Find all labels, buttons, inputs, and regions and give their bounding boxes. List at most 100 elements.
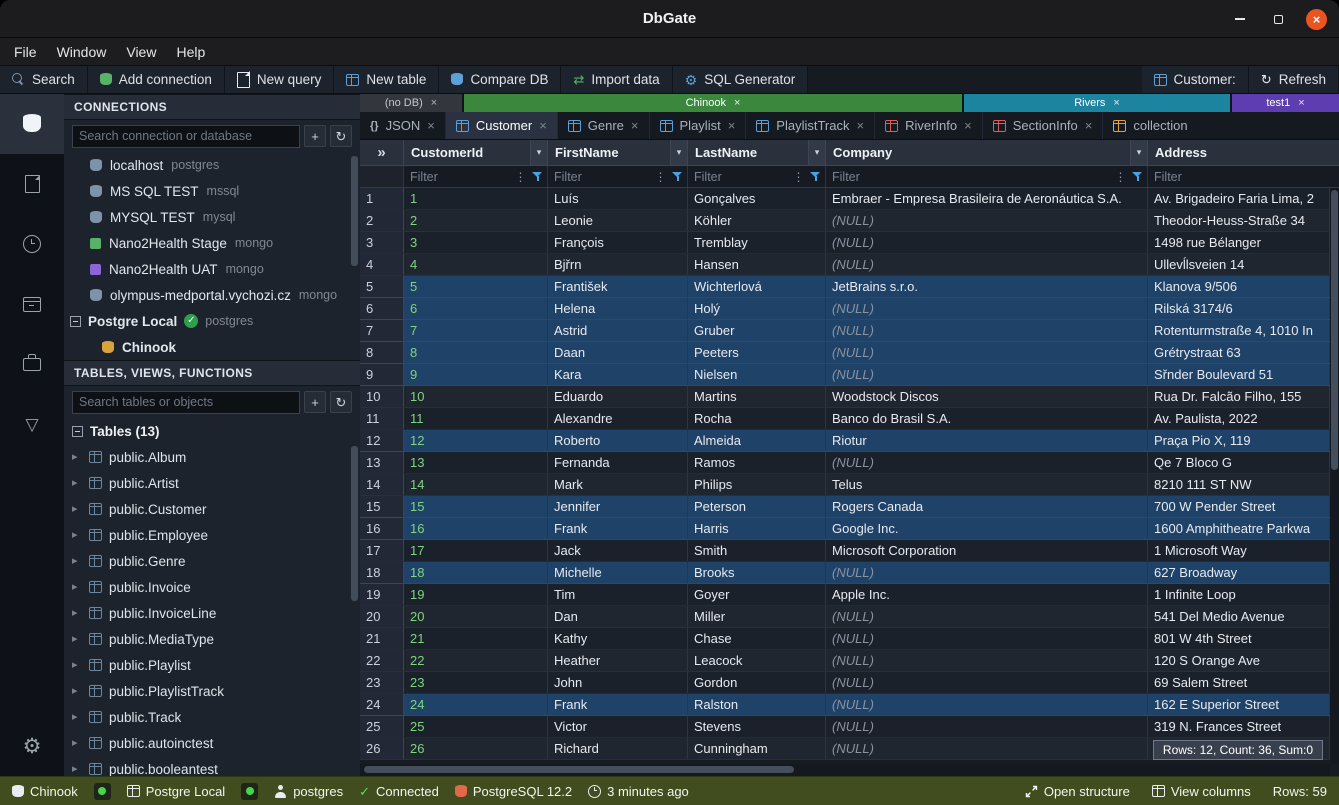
table-row[interactable]: 7 7 Astrid Gruber (NULL) Rotenturmstraße… xyxy=(360,320,1330,342)
row-number[interactable]: 17 xyxy=(360,540,404,561)
cell-lastname[interactable]: Martins xyxy=(688,386,826,407)
row-number[interactable]: 12 xyxy=(360,430,404,451)
tab-sectioninfo[interactable]: SectionInfo × xyxy=(983,112,1104,139)
cell-company[interactable]: (NULL) xyxy=(826,606,1148,627)
cell-firstname[interactable]: Mark xyxy=(548,474,688,495)
cell-company[interactable]: (NULL) xyxy=(826,562,1148,583)
cell-firstname[interactable]: Helena xyxy=(548,298,688,319)
cell-firstname[interactable]: Kara xyxy=(548,364,688,385)
table-list-item[interactable]: ▸ public.Genre xyxy=(64,548,360,574)
tab-json[interactable]: {} JSON × xyxy=(360,112,446,139)
cell-company[interactable]: (NULL) xyxy=(826,254,1148,275)
funnel-icon[interactable] xyxy=(806,168,825,186)
close-icon[interactable]: × xyxy=(857,119,865,132)
cell-company[interactable]: Riotur xyxy=(826,430,1148,451)
rail-jobs[interactable] xyxy=(0,334,64,394)
cell-lastname[interactable]: Goyer xyxy=(688,584,826,605)
row-number[interactable]: 18 xyxy=(360,562,404,583)
cell-lastname[interactable]: Almeida xyxy=(688,430,826,451)
dots-menu-icon[interactable]: ⋮ xyxy=(1113,168,1128,186)
connections-search-input[interactable] xyxy=(72,125,300,148)
table-row[interactable]: 2 2 Leonie Köhler (NULL) Theodor-Heuss-S… xyxy=(360,210,1330,232)
close-icon[interactable]: × xyxy=(631,119,639,132)
vertical-scrollbar[interactable] xyxy=(1330,188,1339,764)
cell-company[interactable]: (NULL) xyxy=(826,738,1148,759)
cell-company[interactable]: (NULL) xyxy=(826,232,1148,253)
cell-firstname[interactable]: Bjřrn xyxy=(548,254,688,275)
table-row[interactable]: 17 17 Jack Smith Microsoft Corporation 1… xyxy=(360,540,1330,562)
cell-address[interactable]: Av. Paulista, 2022 xyxy=(1148,408,1330,429)
close-icon[interactable]: × xyxy=(728,119,736,132)
tab-genre[interactable]: Genre × xyxy=(558,112,650,139)
chevron-right-icon[interactable]: ▸ xyxy=(72,556,82,567)
rail-filters[interactable]: ▽ xyxy=(0,394,64,454)
cell-address[interactable]: 627 Broadway xyxy=(1148,562,1330,583)
table-row[interactable]: 15 15 Jennifer Peterson Rogers Canada 70… xyxy=(360,496,1330,518)
cell-customerid[interactable]: 9 xyxy=(404,364,548,385)
view-columns-button[interactable]: View columns xyxy=(1152,784,1251,799)
table-row[interactable]: 3 3 François Tremblay (NULL) 1498 rue Bé… xyxy=(360,232,1330,254)
connection-item[interactable]: MS SQL TEST mssql xyxy=(64,178,360,204)
menu-file[interactable]: File xyxy=(4,38,47,66)
cell-company[interactable]: (NULL) xyxy=(826,716,1148,737)
cell-address[interactable]: Sřnder Boulevard 51 xyxy=(1148,364,1330,385)
cell-firstname[interactable]: Jack xyxy=(548,540,688,561)
cell-address[interactable]: Theodor-Heuss-Straße 34 xyxy=(1148,210,1330,231)
table-row[interactable]: 23 23 John Gordon (NULL) 69 Salem Street xyxy=(360,672,1330,694)
cell-lastname[interactable]: Gruber xyxy=(688,320,826,341)
row-number[interactable]: 8 xyxy=(360,342,404,363)
cell-customerid[interactable]: 14 xyxy=(404,474,548,495)
table-list-item[interactable]: ▸ public.Customer xyxy=(64,496,360,522)
filter-input[interactable] xyxy=(404,170,513,184)
table-row[interactable]: 4 4 Bjřrn Hansen (NULL) Ullevĺlsveien 14 xyxy=(360,254,1330,276)
close-icon[interactable]: × xyxy=(1113,98,1119,109)
close-button[interactable]: × xyxy=(1306,9,1327,30)
cell-firstname[interactable]: František xyxy=(548,276,688,297)
cell-lastname[interactable]: Ralston xyxy=(688,694,826,715)
db-group-rivers[interactable]: Rivers × xyxy=(964,94,1230,112)
db-group-nodb[interactable]: (no DB) × xyxy=(360,94,462,112)
table-list-item[interactable]: ▸ public.Track xyxy=(64,704,360,730)
row-number[interactable]: 23 xyxy=(360,672,404,693)
cell-firstname[interactable]: Victor xyxy=(548,716,688,737)
add-table-mini-button[interactable]: + xyxy=(304,391,326,413)
table-list-item[interactable]: ▸ public.Playlist xyxy=(64,652,360,678)
cell-customerid[interactable]: 22 xyxy=(404,650,548,671)
sidebar-scrollbar-thumb[interactable] xyxy=(351,446,358,601)
menu-window[interactable]: Window xyxy=(47,38,117,66)
rail-files[interactable] xyxy=(0,154,64,214)
cell-customerid[interactable]: 16 xyxy=(404,518,548,539)
cell-lastname[interactable]: Harris xyxy=(688,518,826,539)
cell-firstname[interactable]: Luís xyxy=(548,188,688,209)
cell-lastname[interactable]: Stevens xyxy=(688,716,826,737)
table-list-item[interactable]: ▸ public.Album xyxy=(64,444,360,470)
chevron-right-icon[interactable]: ▸ xyxy=(72,530,82,541)
cell-address[interactable]: Praça Pio X, 119 xyxy=(1148,430,1330,451)
maximize-button[interactable] xyxy=(1268,9,1288,29)
cell-company[interactable]: (NULL) xyxy=(826,320,1148,341)
cell-firstname[interactable]: Roberto xyxy=(548,430,688,451)
chevron-right-icon[interactable]: ▸ xyxy=(72,712,82,723)
cell-customerid[interactable]: 24 xyxy=(404,694,548,715)
column-menu-icon[interactable] xyxy=(530,140,547,165)
compare-db-button[interactable]: Compare DB xyxy=(439,66,561,93)
table-list-item[interactable]: ▸ public.Employee xyxy=(64,522,360,548)
cell-address[interactable]: 1 Infinite Loop xyxy=(1148,584,1330,605)
cell-address[interactable]: Qe 7 Bloco G xyxy=(1148,452,1330,473)
cell-company[interactable]: (NULL) xyxy=(826,342,1148,363)
cell-firstname[interactable]: Astrid xyxy=(548,320,688,341)
cell-address[interactable]: 1 Microsoft Way xyxy=(1148,540,1330,561)
refresh-button[interactable]: ↻ Refresh xyxy=(1249,66,1339,93)
row-number[interactable]: 24 xyxy=(360,694,404,715)
collapse-icon[interactable] xyxy=(72,426,83,437)
connection-item-expanded[interactable]: Postgre Local postgres xyxy=(64,308,360,334)
db-group-chinook[interactable]: Chinook × xyxy=(464,94,962,112)
cell-lastname[interactable]: Holý xyxy=(688,298,826,319)
cell-lastname[interactable]: Ramos xyxy=(688,452,826,473)
cell-address[interactable]: Grétrystraat 63 xyxy=(1148,342,1330,363)
cell-company[interactable]: (NULL) xyxy=(826,694,1148,715)
cell-lastname[interactable]: Peterson xyxy=(688,496,826,517)
tab-collection[interactable]: collection xyxy=(1103,112,1197,139)
chevron-right-icon[interactable]: ▸ xyxy=(72,738,82,749)
table-list-item[interactable]: ▸ public.Artist xyxy=(64,470,360,496)
